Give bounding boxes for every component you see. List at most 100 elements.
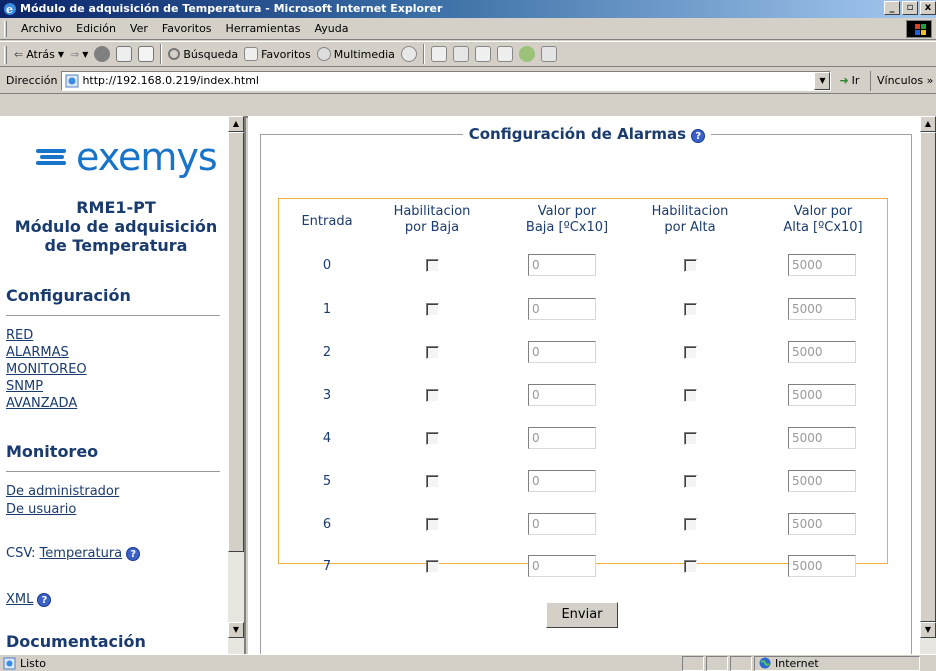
baja-input[interactable]: 0	[528, 298, 596, 320]
hab-alta-checkbox[interactable]	[684, 346, 697, 359]
hab-baja-checkbox[interactable]	[426, 560, 439, 573]
hab-baja-checkbox[interactable]	[426, 346, 439, 359]
left-scrollbar[interactable]: ▲ ▼	[228, 116, 244, 654]
brand-logo: exemys	[36, 138, 218, 176]
go-button[interactable]: ➜ Ir	[839, 74, 859, 87]
favorites-button[interactable]: Favoritos	[244, 47, 311, 61]
baja-input[interactable]: 0	[528, 470, 596, 492]
hab-baja-checkbox[interactable]	[426, 389, 439, 402]
hab-alta-checkbox[interactable]	[684, 560, 697, 573]
scroll-thumb[interactable]	[920, 132, 936, 622]
menu-ver[interactable]: Ver	[123, 22, 155, 35]
alta-input[interactable]: 5000	[788, 341, 856, 363]
hab-alta-checkbox[interactable]	[684, 432, 697, 445]
forward-arrow-icon: ⇒	[70, 47, 80, 61]
address-bar: Dirección http://192.168.0.219/index.htm…	[0, 68, 936, 94]
entrada-cell: 6	[322, 517, 332, 532]
nav-red[interactable]: RED	[6, 328, 33, 343]
discuss-icon[interactable]	[496, 46, 513, 62]
page-icon	[65, 74, 79, 87]
history-icon[interactable]	[400, 46, 417, 62]
forward-button[interactable]: ⇒ ▼	[70, 48, 88, 61]
search-button[interactable]: Búsqueda	[168, 48, 238, 61]
right-frame: Configuración de Alarmas ? Entrada Habil…	[248, 116, 936, 654]
header-hab-baja: Habilitacion por Baja	[382, 204, 482, 236]
help-icon[interactable]: ?	[37, 592, 52, 607]
alta-input[interactable]: 5000	[788, 470, 856, 492]
baja-input[interactable]: 0	[528, 384, 596, 406]
menu-edicion[interactable]: Edición	[69, 22, 123, 35]
baja-input[interactable]: 0	[528, 254, 596, 276]
config-divider	[6, 315, 220, 317]
alta-input[interactable]: 5000	[788, 384, 856, 406]
baja-input[interactable]: 0	[528, 341, 596, 363]
address-input[interactable]: http://192.168.0.219/index.html ▼	[61, 70, 832, 91]
page-viewport: exemys RME1-PT Módulo de adquisición de …	[0, 116, 936, 654]
menu-ayuda[interactable]: Ayuda	[307, 22, 355, 35]
enviar-button[interactable]: Enviar	[546, 602, 618, 628]
nav-alarmas[interactable]: ALARMAS	[6, 345, 69, 360]
menu-bar: Archivo Edición Ver Favoritos Herramient…	[0, 18, 936, 40]
print-icon[interactable]	[452, 46, 469, 62]
alta-input[interactable]: 5000	[788, 555, 856, 577]
help-icon[interactable]: ?	[691, 129, 706, 143]
messenger-icon[interactable]	[518, 46, 535, 62]
search-icon	[168, 48, 181, 60]
scroll-up-arrow-icon[interactable]: ▲	[920, 116, 936, 132]
edit-word-icon[interactable]	[474, 46, 491, 62]
scroll-up-arrow-icon[interactable]: ▲	[228, 116, 244, 132]
hab-alta-checkbox[interactable]	[684, 475, 697, 488]
nav-monitoreo[interactable]: MONITOREO	[6, 362, 87, 377]
help-icon[interactable]: ?	[126, 546, 141, 561]
hab-alta-checkbox[interactable]	[684, 303, 697, 316]
close-button[interactable]: x	[920, 1, 936, 15]
alta-input[interactable]: 5000	[788, 298, 856, 320]
menu-herramientas[interactable]: Herramientas	[219, 22, 308, 35]
alta-input[interactable]: 5000	[788, 427, 856, 449]
xml-link[interactable]: XML	[6, 592, 33, 607]
scroll-down-arrow-icon[interactable]: ▼	[228, 622, 244, 638]
scroll-down-arrow-icon[interactable]: ▼	[920, 622, 936, 638]
menu-archivo[interactable]: Archivo	[14, 22, 69, 35]
nav-admin[interactable]: De administrador	[6, 484, 119, 499]
minimize-button[interactable]: _	[884, 1, 900, 15]
multimedia-button[interactable]: Multimedia	[316, 47, 395, 61]
links-button[interactable]: Vínculos »	[870, 71, 936, 91]
home-icon[interactable]	[138, 46, 155, 62]
baja-input[interactable]: 0	[528, 513, 596, 535]
config-heading: Configuración	[6, 286, 131, 305]
csv-temperatura-link[interactable]: Temperatura	[40, 546, 123, 561]
nav-avanzada[interactable]: AVANZADA	[6, 396, 77, 411]
hab-baja-checkbox[interactable]	[426, 432, 439, 445]
stop-icon[interactable]	[94, 46, 111, 62]
mail-icon[interactable]	[430, 46, 447, 62]
back-button[interactable]: ⇐ Atrás ▼	[14, 48, 64, 61]
status-text-pane: Listo	[0, 657, 680, 670]
alta-input[interactable]: 5000	[788, 254, 856, 276]
nav-snmp[interactable]: SNMP	[6, 379, 43, 394]
hab-baja-checkbox[interactable]	[426, 303, 439, 316]
hab-alta-checkbox[interactable]	[684, 518, 697, 531]
multimedia-label: Multimedia	[333, 47, 395, 61]
scroll-thumb[interactable]	[228, 132, 244, 552]
hab-alta-checkbox[interactable]	[684, 389, 697, 402]
right-scrollbar[interactable]: ▲ ▼	[920, 116, 936, 654]
fieldset-legend: Configuración de Alarmas ?	[261, 125, 913, 143]
status-pane	[730, 655, 752, 671]
header-entrada: Entrada	[301, 214, 353, 229]
address-dropdown-button[interactable]: ▼	[814, 71, 831, 90]
research-icon[interactable]	[540, 46, 557, 62]
baja-input[interactable]: 0	[528, 427, 596, 449]
hab-baja-checkbox[interactable]	[426, 518, 439, 531]
refresh-icon[interactable]	[116, 46, 133, 62]
hab-baja-checkbox[interactable]	[426, 259, 439, 272]
baja-input[interactable]: 0	[528, 555, 596, 577]
menu-favoritos[interactable]: Favoritos	[155, 22, 219, 35]
hab-alta-checkbox[interactable]	[684, 259, 697, 272]
maximize-button[interactable]: ▫	[902, 1, 918, 15]
favorites-star-icon	[244, 47, 259, 61]
nav-user[interactable]: De usuario	[6, 502, 76, 517]
hab-baja-checkbox[interactable]	[426, 475, 439, 488]
header-hab-baja-line1: Habilitacion	[393, 204, 471, 219]
alta-input[interactable]: 5000	[788, 513, 856, 535]
